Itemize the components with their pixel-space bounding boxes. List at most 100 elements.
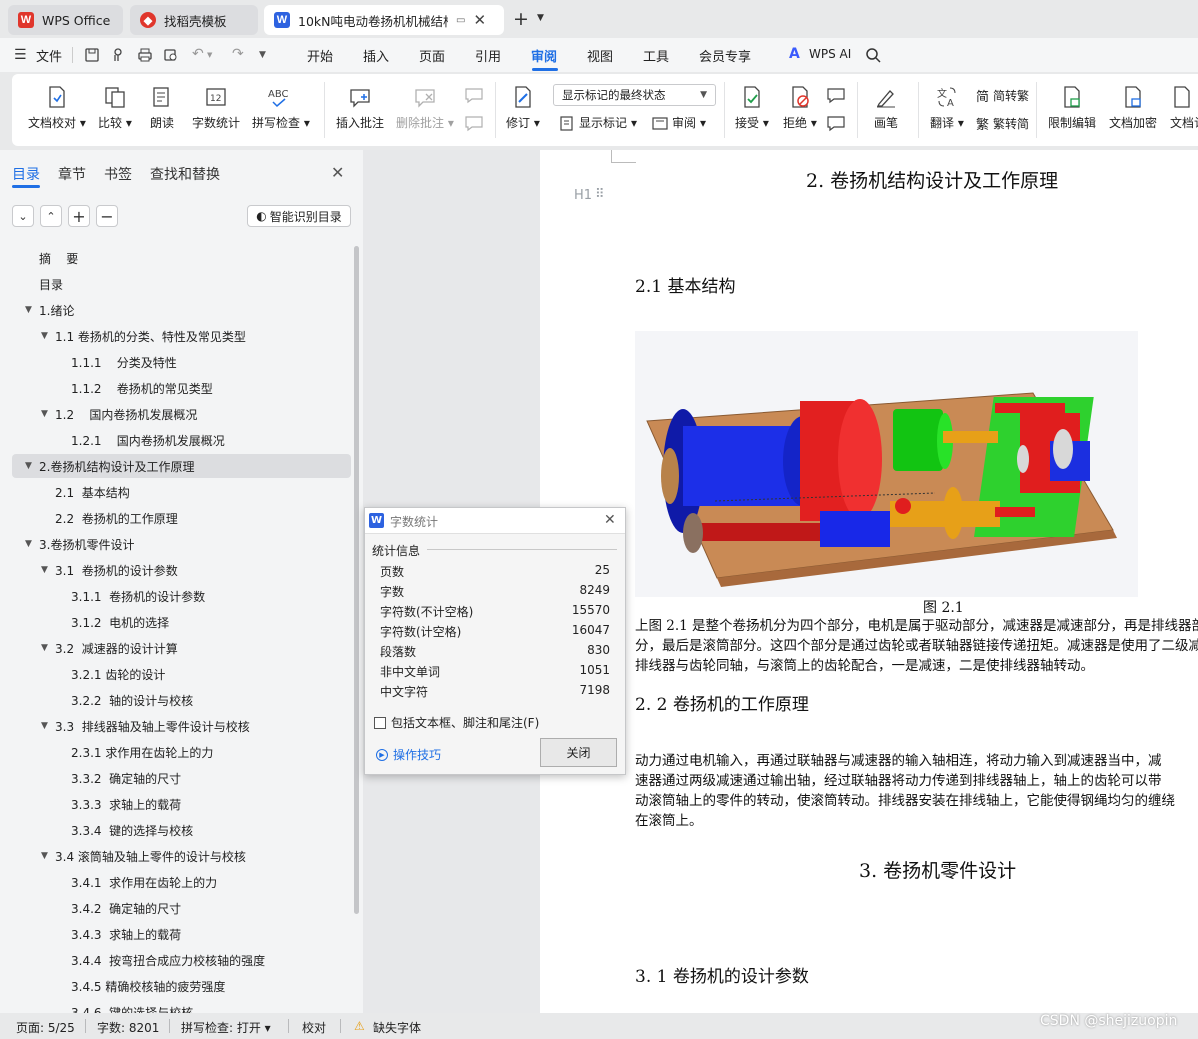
toc-item[interactable]: 2.3.1 求作用在齿轮上的力	[0, 740, 352, 764]
hamburger-icon[interactable]: ☰	[14, 47, 27, 63]
undo-icon[interactable]: ↶	[192, 46, 204, 62]
tab-document[interactable]: W 10kN吨电动卷扬机机械结构设 ▭ ✕	[264, 5, 504, 35]
menu-insert[interactable]: 插入	[363, 46, 389, 65]
toc-item[interactable]: 3.4.5 精确校核轴的疲劳强度	[0, 974, 352, 998]
read-aloud-button[interactable]: 朗读	[150, 82, 174, 131]
revise-button[interactable]: 修订 ▾	[506, 82, 540, 131]
tab-chapters[interactable]: 章节	[58, 164, 86, 184]
expand-arrow-icon[interactable]: ▼	[25, 461, 32, 471]
tips-link[interactable]: ▶ 操作技巧	[376, 746, 441, 763]
collapse-up-button[interactable]: ⌃	[40, 205, 62, 227]
delete-comment-button[interactable]: 删除批注 ▾	[396, 82, 454, 131]
toc-item[interactable]: 1.1.1 分类及特性	[0, 350, 352, 374]
tab-wps-office[interactable]: W WPS Office	[8, 5, 123, 35]
toc-item[interactable]: 摘 要	[0, 246, 352, 270]
previous-change-icon[interactable]	[826, 86, 846, 104]
toc-item[interactable]: 3.1.1 卷扬机的设计参数	[0, 584, 352, 608]
toc-item[interactable]: 3.1.2 电机的选择	[0, 610, 352, 634]
remove-heading-button[interactable]: −	[96, 205, 118, 227]
toc-item[interactable]: 2.2 卷扬机的工作原理	[0, 506, 352, 530]
dialog-close-icon[interactable]: ✕	[604, 512, 616, 528]
pen-button[interactable]: 画笔	[874, 82, 898, 131]
toc-item[interactable]: 3.4.6 键的选择与校核	[0, 1000, 352, 1014]
toc-item[interactable]: 3.3.2 确定轴的尺寸	[0, 766, 352, 790]
spell-check-indicator[interactable]: 拼写检查: 打开 ▾	[181, 1019, 271, 1036]
expand-arrow-icon[interactable]: ▼	[41, 721, 48, 731]
expand-arrow-icon[interactable]: ▼	[41, 331, 48, 341]
search-icon[interactable]	[865, 47, 881, 63]
translate-button[interactable]: 文A 翻译 ▾	[930, 82, 964, 131]
tab-list-chevron-icon[interactable]: ▼	[537, 13, 544, 23]
toc-item[interactable]: ▼ 3.卷扬机零件设计	[0, 532, 352, 556]
toc-item[interactable]: 3.3.3 求轴上的载荷	[0, 792, 352, 816]
next-change-icon[interactable]	[826, 114, 846, 132]
dialog-close-button[interactable]: 关闭	[540, 738, 617, 767]
toc-item[interactable]: 1.2.1 国内卷扬机发展概况	[0, 428, 352, 452]
heading-level-marker[interactable]: H1	[574, 188, 592, 203]
menu-review[interactable]: 审阅	[531, 46, 557, 65]
include-textbox-checkbox[interactable]: 包括文本框、脚注和尾注(F)	[374, 714, 539, 731]
to-traditional-button[interactable]: 简简转繁	[976, 86, 1029, 105]
compare-button[interactable]: 比较 ▾	[98, 82, 132, 131]
close-tab-icon[interactable]: ✕	[473, 11, 486, 29]
toc-item[interactable]: ▼ 1.2 国内卷扬机发展概况	[0, 402, 352, 426]
expand-arrow-icon[interactable]: ▼	[41, 643, 48, 653]
tab-find-replace[interactable]: 查找和替换	[150, 164, 220, 184]
doc-auth-button[interactable]: 文档认	[1170, 82, 1198, 131]
tab-bookmarks[interactable]: 书签	[104, 164, 132, 184]
print-icon[interactable]	[137, 47, 153, 63]
toc-item[interactable]: ▼ 1.1 卷扬机的分类、特性及常见类型	[0, 324, 352, 348]
save-icon[interactable]	[84, 47, 100, 63]
print-preview-icon[interactable]	[163, 47, 179, 63]
reject-button[interactable]: 拒绝 ▾	[783, 82, 817, 131]
document-page[interactable]: H1 ⠿ 2. 卷扬机结构设计及工作原理 2.1 基本结构 图 2.1 上图 2…	[540, 150, 1198, 1013]
expand-arrow-icon[interactable]: ▼	[25, 539, 32, 549]
toc-item[interactable]: ▼ 1.绪论	[0, 298, 352, 322]
tab-toc[interactable]: 目录	[12, 164, 40, 184]
proof-indicator[interactable]: 校对	[302, 1019, 326, 1036]
new-tab-icon[interactable]: +	[513, 8, 529, 30]
markup-state-select[interactable]: 显示标记的最终状态 ▼	[553, 84, 716, 106]
page-indicator[interactable]: 页面: 5/25	[16, 1019, 75, 1036]
to-simplified-button[interactable]: 繁繁转简	[976, 114, 1029, 133]
menu-member[interactable]: 会员专享	[699, 46, 751, 65]
smart-toc-button[interactable]: ◐ 智能识别目录	[247, 205, 351, 227]
menu-reference[interactable]: 引用	[475, 46, 501, 65]
menu-home[interactable]: 开始	[307, 46, 333, 65]
add-heading-button[interactable]: +	[68, 205, 90, 227]
toc-item[interactable]: ▼ 3.4 滚筒轴及轴上零件的设计与校核	[0, 844, 352, 868]
toc-item[interactable]: 2.1 基本结构	[0, 480, 352, 504]
word-count-button[interactable]: 12 字数统计	[192, 82, 240, 131]
expand-down-button[interactable]: ⌄	[12, 205, 34, 227]
next-comment-icon[interactable]	[464, 114, 484, 132]
toc-item[interactable]: ▼ 3.2 减速器的设计计算	[0, 636, 352, 660]
drag-handle-icon[interactable]: ⠿	[595, 187, 605, 202]
menu-tools[interactable]: 工具	[643, 46, 669, 65]
expand-arrow-icon[interactable]: ▼	[41, 409, 48, 419]
restrict-edit-button[interactable]: 限制编辑	[1048, 82, 1096, 131]
previous-comment-icon[interactable]	[464, 86, 484, 104]
word-count-indicator[interactable]: 字数: 8201	[97, 1019, 159, 1036]
doc-check-button[interactable]: 文档校对 ▾	[28, 82, 86, 131]
menu-wps-ai[interactable]: WPS AI	[809, 47, 851, 61]
show-markup-button[interactable]: 显示标记 ▾	[559, 114, 637, 131]
toc-scrollbar[interactable]	[354, 246, 359, 914]
toc-item[interactable]: ▼ 2.卷扬机结构设计及工作原理	[12, 454, 351, 478]
review-pane-button[interactable]: 审阅 ▾	[652, 114, 706, 131]
quick-access-chevron-icon[interactable]: ▼	[259, 50, 266, 60]
expand-arrow-icon[interactable]: ▼	[41, 565, 48, 575]
spell-check-button[interactable]: ABC 拼写检查 ▾	[252, 82, 310, 131]
menu-file[interactable]: 文件	[36, 46, 62, 65]
accept-button[interactable]: 接受 ▾	[735, 82, 769, 131]
toc-item[interactable]: 3.2.1 齿轮的设计	[0, 662, 352, 686]
monitor-icon[interactable]: ▭	[456, 15, 465, 26]
close-pane-icon[interactable]: ✕	[331, 163, 344, 182]
share-icon[interactable]	[110, 47, 126, 63]
expand-arrow-icon[interactable]: ▼	[41, 851, 48, 861]
toc-item[interactable]: 3.4.1 求作用在齿轮上的力	[0, 870, 352, 894]
toc-item[interactable]: 3.3.4 键的选择与校核	[0, 818, 352, 842]
tab-docer-templates[interactable]: ◆ 找稻壳模板	[130, 5, 258, 35]
toc-item[interactable]: 目录	[0, 272, 352, 296]
redo-icon[interactable]: ↷	[232, 46, 244, 62]
menu-view[interactable]: 视图	[587, 46, 613, 65]
